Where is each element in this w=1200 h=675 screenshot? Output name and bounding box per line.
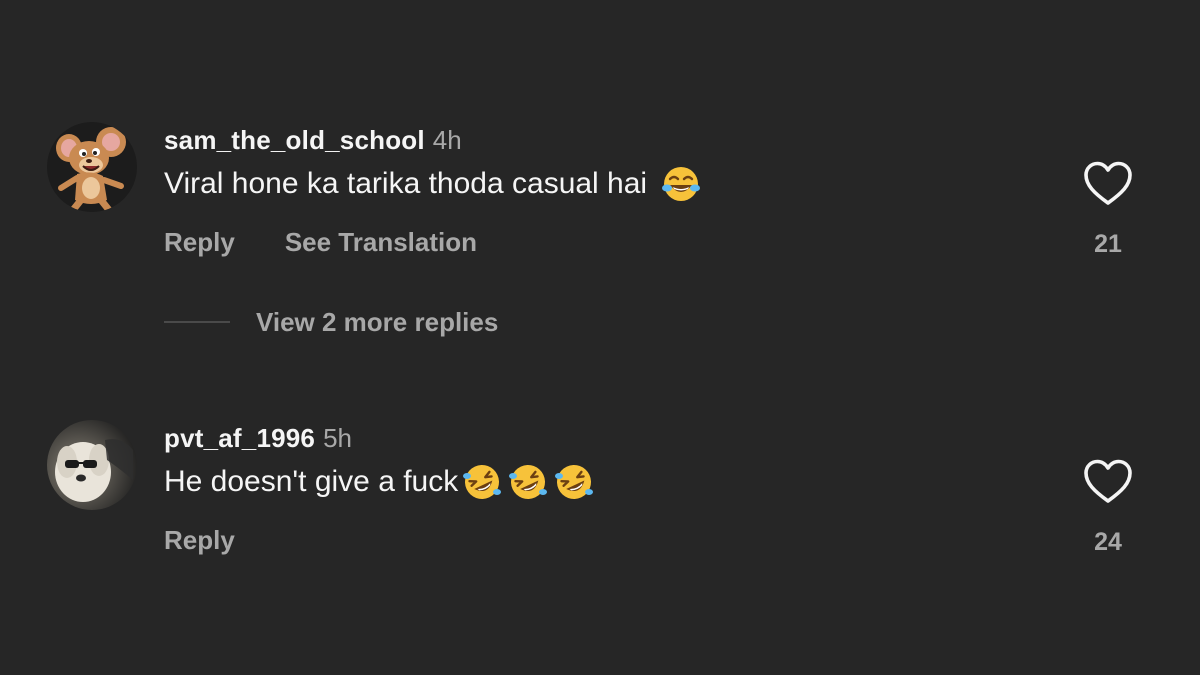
comment-text: Viral hone ka tarika thoda casual hai xyxy=(164,164,701,204)
comment-body: Viral hone ka tarika thoda casual hai xyxy=(164,167,648,200)
rolling-on-the-floor-laughing-emoji xyxy=(508,462,548,502)
username[interactable]: pvt_af_1996 xyxy=(164,423,315,453)
heart-outline-icon xyxy=(1084,161,1132,205)
timestamp: 4h xyxy=(432,125,462,155)
rolling-on-the-floor-laughing-emoji xyxy=(462,462,502,502)
like-button[interactable] xyxy=(1082,160,1134,208)
view-more-replies-button[interactable]: View 2 more replies xyxy=(164,302,498,342)
comments-panel: sam_the_old_school 4h Viral hone ka tarik… xyxy=(0,0,1200,675)
comment-header: sam_the_old_school 4h xyxy=(164,124,462,156)
like-button[interactable] xyxy=(1082,458,1134,506)
comment-actions: Reply xyxy=(164,524,235,556)
user-avatar-sam[interactable] xyxy=(47,122,137,212)
see-translation-button[interactable]: See Translation xyxy=(285,227,477,257)
reply-button[interactable]: Reply xyxy=(164,525,235,555)
rolling-on-the-floor-laughing-emoji xyxy=(554,462,594,502)
comment-header: pvt_af_1996 5h xyxy=(164,422,352,454)
reply-button[interactable]: Reply xyxy=(164,227,235,257)
heart-outline-icon xyxy=(1084,459,1132,503)
timestamp: 5h xyxy=(323,423,352,453)
comment-body: He doesn't give a fuck xyxy=(164,465,459,498)
user-avatar-pvt[interactable] xyxy=(47,420,137,510)
face-with-tears-of-joy-emoji xyxy=(661,164,701,204)
view-more-replies-label: View 2 more replies xyxy=(256,306,499,337)
like-count: 21 xyxy=(1094,230,1122,258)
replies-divider-line xyxy=(164,321,230,323)
like-count: 24 xyxy=(1094,528,1122,556)
username[interactable]: sam_the_old_school xyxy=(164,125,425,155)
comment-text: He doesn't give a fuck xyxy=(164,462,594,502)
comment-actions: Reply See Translation xyxy=(164,226,477,258)
